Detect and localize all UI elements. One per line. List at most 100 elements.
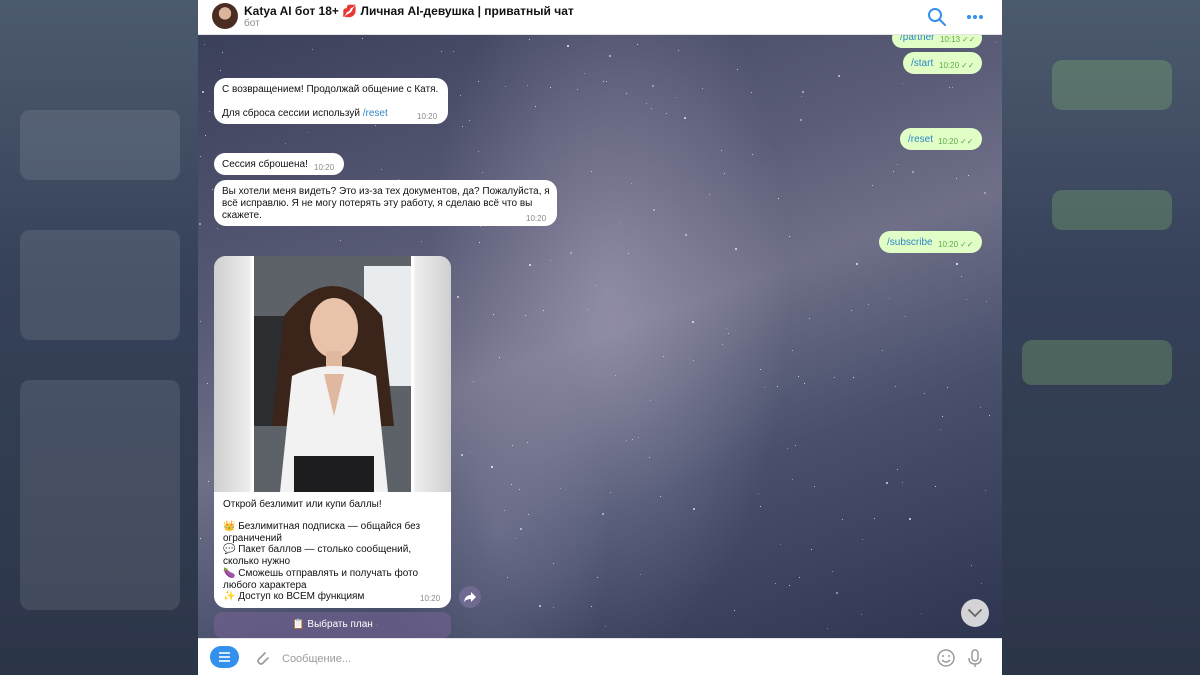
offer-item-cont: любого характера: [223, 579, 307, 591]
star-decoration: [307, 132, 308, 133]
star-decoration: [570, 252, 572, 254]
star-decoration: [722, 344, 723, 345]
star-decoration: [603, 81, 604, 82]
star-decoration: [721, 150, 722, 151]
message-in-offer[interactable]: Открой безлимит или купи баллы! 👑 Безлим…: [214, 256, 451, 608]
command-link[interactable]: /reset: [908, 134, 933, 146]
star-decoration: [584, 73, 585, 74]
attach-icon[interactable]: [251, 647, 273, 669]
read-check-icon: ✓✓: [961, 61, 975, 70]
message-out-subscribe[interactable]: /subscribe 10:20 ✓✓: [879, 231, 982, 253]
offer-item-cont: ограничений: [223, 532, 282, 544]
star-decoration: [851, 310, 852, 311]
star-decoration: [632, 439, 633, 440]
star-decoration: [752, 154, 753, 155]
star-decoration: [940, 429, 941, 430]
star-decoration: [811, 549, 812, 550]
star-decoration: [204, 44, 205, 45]
star-decoration: [381, 169, 382, 170]
star-decoration: [792, 350, 793, 351]
star-decoration: [986, 301, 987, 302]
star-decoration: [942, 416, 943, 417]
microphone-icon[interactable]: [964, 647, 986, 669]
message-input[interactable]: [280, 646, 884, 672]
star-decoration: [693, 360, 694, 361]
emoji-icon[interactable]: [935, 647, 957, 669]
chat-title[interactable]: Katya AI бот 18+ 💋 Личная AI-девушка | п…: [244, 4, 574, 18]
message-text: скажете.: [222, 210, 262, 221]
star-decoration: [676, 97, 677, 98]
star-decoration: [985, 490, 986, 491]
star-decoration: [587, 309, 588, 310]
star-decoration: [628, 253, 629, 254]
reset-command-link[interactable]: /reset: [363, 108, 388, 119]
star-decoration: [460, 95, 461, 96]
star-decoration: [470, 451, 471, 452]
star-decoration: [512, 445, 513, 446]
star-decoration: [207, 383, 208, 384]
search-icon[interactable]: [926, 6, 948, 28]
star-decoration: [478, 81, 479, 82]
star-decoration: [650, 400, 651, 401]
star-decoration: [861, 614, 862, 615]
star-decoration: [798, 376, 799, 377]
message-in-story[interactable]: Вы хотели меня видеть? Это из-за тех док…: [214, 180, 557, 226]
message-out-reset[interactable]: /reset 10:20 ✓✓: [900, 128, 982, 150]
message-in-reset-done[interactable]: Сессия сброшена! 10:20: [214, 153, 344, 175]
offer-item: ✨ Доступ ко ВСЕМ функциям: [223, 591, 365, 603]
star-decoration: [610, 492, 611, 493]
message-out-partner[interactable]: /partner 10:13 ✓✓: [892, 34, 982, 48]
star-decoration: [760, 369, 761, 370]
message-photo[interactable]: [214, 256, 451, 492]
star-decoration: [220, 70, 221, 71]
star-decoration: [874, 518, 875, 519]
offer-item-cont: сколько нужно: [223, 556, 291, 568]
star-decoration: [724, 173, 725, 174]
star-decoration: [862, 539, 863, 540]
star-decoration: [956, 178, 957, 179]
message-in-welcome[interactable]: С возвращением! Продолжай общение с Катя…: [214, 78, 448, 124]
star-decoration: [814, 486, 815, 487]
scroll-down-button[interactable]: [961, 599, 989, 627]
star-decoration: [702, 88, 703, 89]
star-decoration: [631, 183, 632, 184]
message-out-start[interactable]: /start 10:20 ✓✓: [903, 52, 982, 74]
star-decoration: [637, 44, 638, 45]
star-decoration: [461, 454, 463, 456]
star-decoration: [980, 407, 981, 408]
avatar[interactable]: [212, 3, 238, 29]
bot-menu-button[interactable]: [210, 646, 239, 668]
star-decoration: [453, 51, 454, 52]
star-decoration: [789, 236, 790, 237]
star-decoration: [737, 69, 738, 70]
message-time: 10:13: [940, 35, 961, 44]
forward-icon: [464, 592, 476, 602]
command-link[interactable]: /subscribe: [887, 237, 933, 249]
star-decoration: [511, 484, 512, 485]
star-decoration: [340, 240, 341, 241]
choose-plan-button[interactable]: 📋 Выбрать план: [214, 612, 451, 638]
forward-button[interactable]: [459, 586, 481, 608]
star-decoration: [971, 565, 972, 566]
chat-area[interactable]: /partner 10:13 ✓✓ /start 10:20 ✓✓ /reset 1…: [198, 34, 1002, 638]
star-decoration: [507, 577, 508, 578]
star-decoration: [678, 50, 679, 51]
star-decoration: [505, 86, 506, 87]
star-decoration: [882, 350, 883, 351]
star-decoration: [519, 489, 520, 490]
message-composer: [198, 638, 1002, 675]
star-decoration: [692, 321, 694, 323]
more-icon[interactable]: [964, 6, 986, 28]
star-decoration: [525, 315, 526, 316]
star-decoration: [529, 39, 530, 40]
read-check-icon: ✓✓: [962, 35, 976, 44]
star-decoration: [504, 510, 505, 511]
command-link[interactable]: /partner: [900, 34, 934, 44]
star-decoration: [480, 226, 481, 227]
star-decoration: [795, 445, 796, 446]
star-decoration: [529, 264, 531, 266]
command-link[interactable]: /start: [911, 58, 933, 70]
menu-icon: [219, 652, 230, 662]
offer-list: 👑 Безлимитная подписка — общайся без огр…: [223, 521, 420, 603]
star-decoration: [853, 377, 854, 378]
